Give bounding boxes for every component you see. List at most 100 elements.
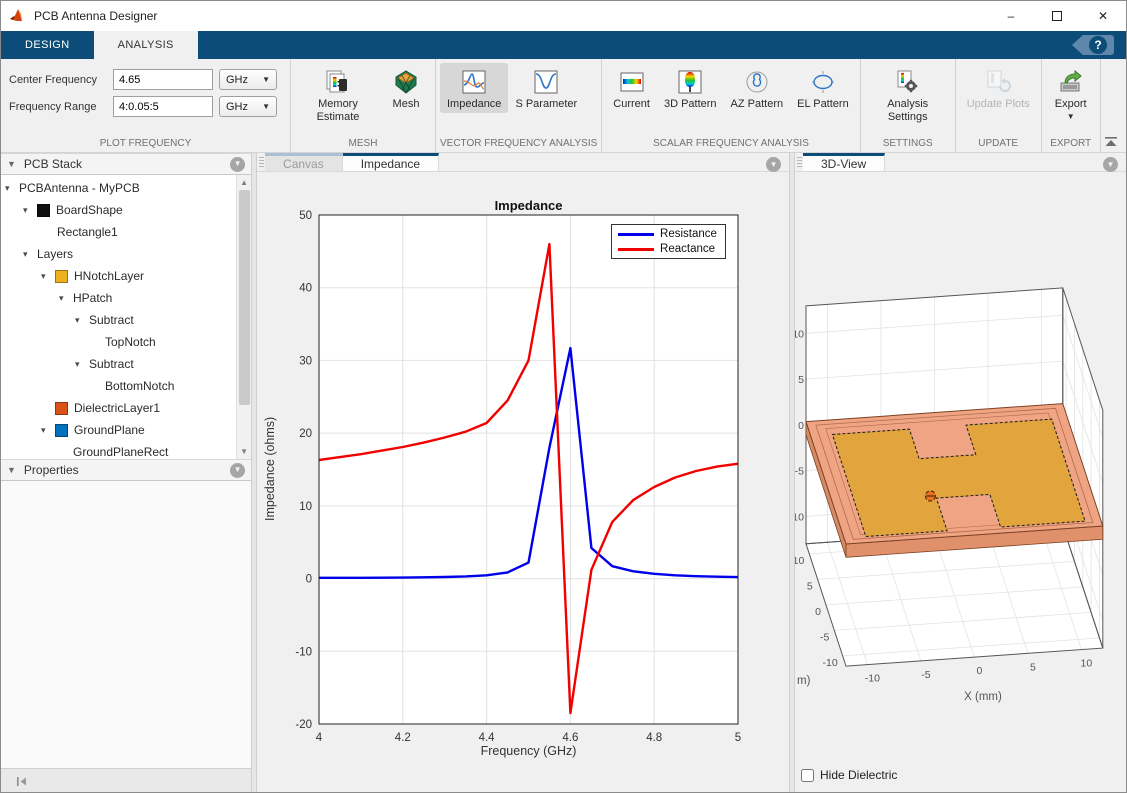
section-plot-frequency: Center Frequency GHz ▼ Frequency Range G… bbox=[1, 59, 291, 152]
expander-icon[interactable]: ▾ bbox=[23, 249, 37, 260]
tree-item[interactable]: Rectangle1 bbox=[1, 221, 236, 243]
tree-scrollbar[interactable]: ▲ ▼ bbox=[236, 175, 252, 459]
tree-item[interactable]: TopNotch bbox=[1, 331, 236, 353]
impedance-button[interactable]: Impedance bbox=[440, 63, 509, 113]
expander-icon[interactable]: ▾ bbox=[23, 205, 37, 216]
layer-color-icon bbox=[55, 401, 68, 415]
svg-text:50: 50 bbox=[299, 210, 312, 222]
section-vector-analysis: Impedance S Parameter VECTOR FREQUENCY A… bbox=[436, 59, 603, 152]
export-button[interactable]: Export ▼ bbox=[1046, 63, 1096, 123]
svg-text:40: 40 bbox=[299, 283, 312, 295]
drag-grip-icon[interactable] bbox=[257, 153, 265, 171]
button-label: S Parameter bbox=[515, 98, 578, 110]
panel-menu-button[interactable]: ▼ bbox=[230, 156, 246, 172]
scroll-down-icon[interactable]: ▼ bbox=[237, 444, 251, 459]
legend-label: Reactance bbox=[660, 243, 716, 255]
tab-menu-button[interactable]: ▼ bbox=[766, 157, 782, 172]
svg-text:0: 0 bbox=[306, 574, 312, 586]
analysis-settings-button[interactable]: Analysis Settings bbox=[865, 63, 951, 126]
expander-icon[interactable]: ▾ bbox=[5, 183, 19, 194]
az-pattern-button[interactable]: AZ Pattern bbox=[724, 63, 791, 113]
expander-icon[interactable]: ▾ bbox=[59, 293, 73, 304]
tree-item[interactable]: ▾ GroundPlane bbox=[1, 419, 236, 441]
expander-icon[interactable]: ▾ bbox=[41, 425, 55, 436]
tab-canvas[interactable]: Canvas bbox=[265, 153, 343, 171]
tree-item[interactable]: ▾ HNotchLayer bbox=[1, 265, 236, 287]
tree-item[interactable]: BottomNotch bbox=[1, 375, 236, 397]
frequency-range-unit-dropdown[interactable]: GHz ▼ bbox=[219, 96, 277, 117]
section-mesh: Memory Estimate Mesh MESH bbox=[291, 59, 436, 152]
hide-dielectric-checkbox[interactable] bbox=[801, 768, 814, 782]
collapse-ribbon-button[interactable] bbox=[1104, 136, 1118, 147]
svg-text:4.8: 4.8 bbox=[646, 732, 662, 744]
tree-item[interactable]: ▾ HPatch bbox=[1, 287, 236, 309]
update-plots-button[interactable]: Update Plots bbox=[960, 63, 1037, 113]
tree-item[interactable]: ▾ Layers bbox=[1, 243, 236, 265]
tab-impedance[interactable]: Impedance bbox=[342, 153, 440, 171]
frequency-range-input[interactable] bbox=[113, 96, 213, 117]
update-plots-icon bbox=[984, 68, 1012, 96]
maximize-button[interactable] bbox=[1034, 1, 1080, 31]
memory-estimate-button[interactable]: Memory Estimate bbox=[295, 63, 381, 126]
az-pattern-icon bbox=[743, 68, 771, 96]
expander-icon[interactable]: ▾ bbox=[75, 315, 89, 326]
impedance-icon bbox=[460, 68, 488, 96]
s-parameter-button[interactable]: S Parameter bbox=[508, 63, 584, 113]
scrollbar-thumb[interactable] bbox=[239, 190, 251, 405]
close-button[interactable]: ✕ bbox=[1080, 1, 1126, 31]
tree-item-label: Layers bbox=[37, 247, 74, 261]
collapse-panel-icon[interactable]: ▼ bbox=[7, 465, 16, 475]
tree-item[interactable]: ▾ Subtract bbox=[1, 353, 236, 375]
toolstrip: Center Frequency GHz ▼ Frequency Range G… bbox=[1, 59, 1126, 153]
svg-text:10: 10 bbox=[299, 501, 312, 513]
tab-3d-view[interactable]: 3D-View bbox=[803, 153, 886, 171]
chevron-down-icon: ▼ bbox=[769, 159, 778, 169]
tree-item[interactable]: ▾ BoardShape bbox=[1, 199, 236, 221]
collapse-panel-icon[interactable]: ▼ bbox=[7, 159, 16, 169]
current-button[interactable]: Current bbox=[606, 63, 657, 113]
properties-body bbox=[1, 481, 252, 768]
scroll-up-icon[interactable]: ▲ bbox=[237, 175, 251, 190]
panel-menu-button[interactable]: ▼ bbox=[230, 462, 246, 478]
expander-icon[interactable]: ▾ bbox=[75, 359, 89, 370]
tab-design[interactable]: DESIGN bbox=[1, 31, 94, 59]
section-settings: Analysis Settings SETTINGS bbox=[861, 59, 956, 152]
svg-text:0: 0 bbox=[798, 420, 804, 432]
unit-value: GHz bbox=[226, 73, 248, 86]
properties-header[interactable]: ▼ Properties ▼ bbox=[1, 459, 252, 481]
tab-analysis[interactable]: ANALYSIS bbox=[93, 31, 198, 59]
app-window: PCB Antenna Designer – ✕ DESIGN ANALYSIS… bbox=[0, 0, 1127, 793]
svg-text:-10: -10 bbox=[795, 511, 804, 523]
section-scalar-analysis: Current 3D Pattern AZ Pattern EL Pattern… bbox=[602, 59, 861, 152]
svg-text:10: 10 bbox=[1081, 658, 1093, 670]
window-title: PCB Antenna Designer bbox=[34, 9, 158, 23]
tree-item-label: GroundPlaneRect bbox=[73, 445, 169, 459]
center-frequency-unit-dropdown[interactable]: GHz ▼ bbox=[219, 69, 277, 90]
drag-grip-icon[interactable] bbox=[795, 153, 803, 171]
chart-ylabel: Impedance (ohms) bbox=[263, 416, 278, 522]
pattern-3d-button[interactable]: 3D Pattern bbox=[657, 63, 724, 113]
center-frequency-input[interactable] bbox=[113, 69, 213, 90]
section-label: PLOT FREQUENCY bbox=[99, 138, 192, 149]
resistance-line-swatch bbox=[618, 232, 655, 236]
help-button[interactable]: ? bbox=[1072, 35, 1114, 55]
expander-icon[interactable]: ▾ bbox=[41, 271, 55, 282]
hide-dielectric-label: Hide Dielectric bbox=[820, 768, 898, 782]
tree-item-label: TopNotch bbox=[105, 335, 156, 349]
minimize-button[interactable]: – bbox=[988, 1, 1034, 31]
tree-item-label: BoardShape bbox=[56, 203, 123, 217]
section-label: MESH bbox=[348, 138, 378, 149]
tree-item[interactable]: ▾ PCBAntenna - MyPCB bbox=[1, 177, 236, 199]
tab-menu-button[interactable]: ▼ bbox=[1103, 157, 1118, 172]
hide-dielectric-row: Hide Dielectric bbox=[801, 768, 897, 782]
el-pattern-button[interactable]: EL Pattern bbox=[790, 63, 856, 113]
tree-item[interactable]: GroundPlaneRect bbox=[1, 441, 236, 459]
tree-item[interactable]: DielectricLayer1 bbox=[1, 397, 236, 419]
maximize-icon bbox=[1052, 11, 1062, 21]
mesh-button[interactable]: Mesh bbox=[381, 63, 431, 113]
pcb-stack-header[interactable]: ▼ PCB Stack ▼ bbox=[1, 153, 252, 175]
tree-item[interactable]: ▾ Subtract bbox=[1, 309, 236, 331]
frequency-range-label: Frequency Range bbox=[9, 100, 97, 113]
chevron-down-icon: ▼ bbox=[233, 159, 242, 168]
collapse-left-panel-icon[interactable] bbox=[15, 775, 28, 788]
